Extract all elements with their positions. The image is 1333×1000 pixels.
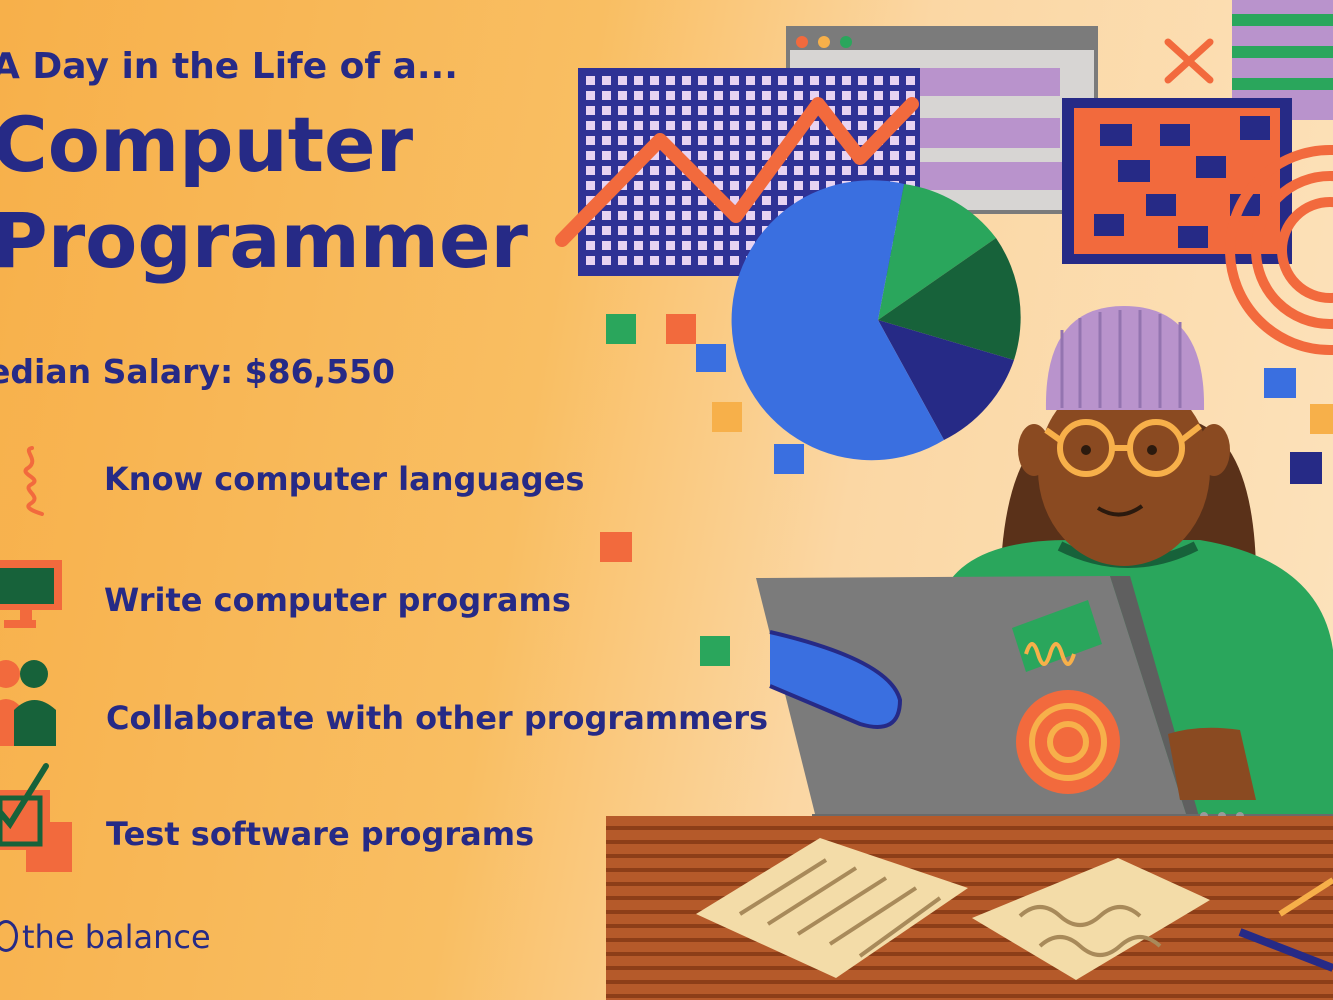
duty-label-2: Write computer programs [104, 581, 571, 619]
duty-label-4: Test software programs [106, 815, 535, 853]
illustration [555, 0, 1333, 1000]
people-icon [0, 660, 56, 746]
desk [606, 816, 1333, 1000]
page-title-line2: Programmer [0, 196, 528, 285]
checkbox-icon [0, 763, 72, 872]
pie-chart [731, 180, 1021, 461]
close-x-decoration [1164, 38, 1214, 84]
salary-label: edian Salary: $86,550 [0, 352, 395, 391]
brand-name: the balance [22, 918, 211, 956]
monitor-icon [0, 560, 62, 628]
brand-logo-icon [0, 920, 18, 952]
curly-brace-icon [23, 446, 44, 516]
brand-logo: the balance [0, 918, 211, 956]
page-title-line1: Computer [0, 100, 414, 189]
duty-label-1: Know computer languages [104, 460, 585, 498]
subtitle: A Day in the Life of a... [0, 46, 458, 87]
